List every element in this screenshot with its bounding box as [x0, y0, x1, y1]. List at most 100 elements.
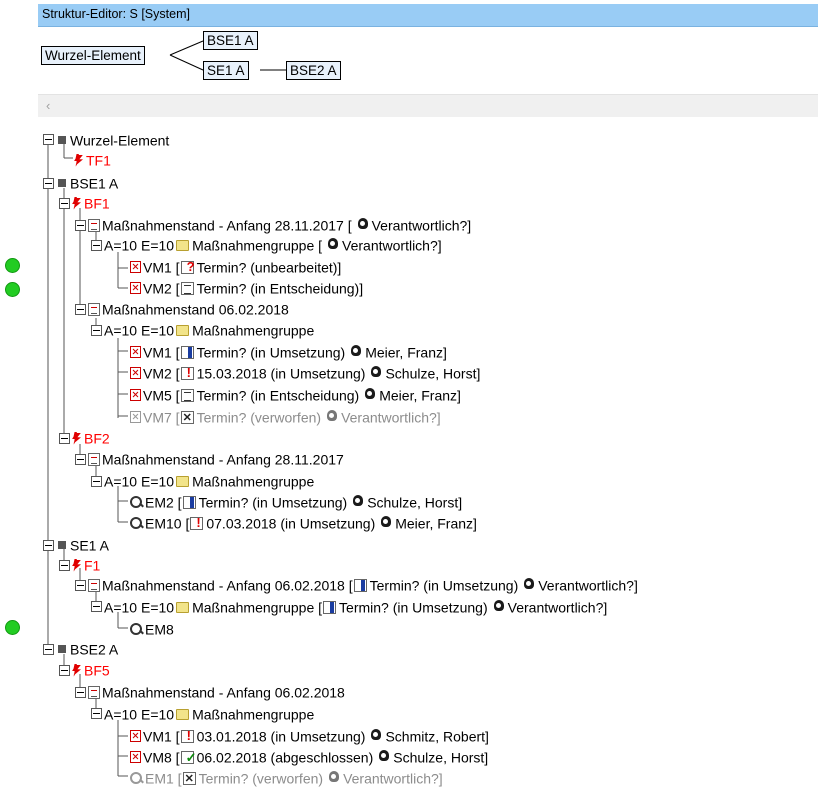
expand-toggle[interactable]: [91, 601, 102, 612]
status-implementation-icon: [353, 578, 367, 592]
person-icon: [522, 578, 535, 592]
tree-node-measure[interactable]: VM2 [Termin? (in Entscheidung)]: [130, 277, 363, 297]
person-icon: [377, 750, 390, 764]
group-icon: [176, 601, 190, 613]
measure-icon: [130, 730, 141, 743]
tree-node-measure-group[interactable]: A=10 E=10 Maßnahmengruppe: [104, 703, 314, 723]
tree-node-measure[interactable]: VM8 [06.02.2018 (abgeschlossen)Schulze, …: [130, 746, 488, 766]
person-icon: [379, 516, 392, 530]
measure-icon: [130, 282, 141, 295]
person-icon: [492, 600, 505, 614]
status-dot-vm2: [5, 282, 20, 297]
person-icon: [369, 729, 382, 743]
tree-node-measure[interactable]: VM7 [Termin? (verworfen)Verantwortlich?]: [130, 406, 441, 426]
status-dot-vm1: [5, 258, 20, 273]
expand-toggle[interactable]: [43, 134, 54, 145]
tree-node-measure[interactable]: VM1 [Termin? (unbearbeitet)]: [130, 256, 341, 276]
status-overdue-icon: [190, 515, 204, 530]
measure-em-icon: [130, 517, 143, 530]
status-implementation-icon: [180, 345, 194, 359]
tree-node-function[interactable]: BF5: [72, 659, 110, 679]
element-icon: [58, 541, 66, 550]
tree-node-function[interactable]: BF2: [72, 427, 110, 447]
function-icon: [72, 664, 81, 677]
measure-em-icon: [130, 623, 143, 636]
tree-node-measure[interactable]: EM8: [130, 618, 174, 638]
tree-node-root[interactable]: Wurzel-Element: [56, 129, 169, 149]
tree-node-measure-group[interactable]: A=10 E=10 Maßnahmengruppe [Termin? (in Um…: [104, 596, 607, 616]
expand-toggle[interactable]: [91, 325, 102, 336]
tree-node-measure-status[interactable]: Maßnahmenstand - Anfang 28.11.2017: [88, 448, 344, 468]
measure-icon: [130, 411, 141, 424]
status-rejected-icon: [182, 771, 196, 787]
expand-toggle[interactable]: [75, 220, 86, 231]
status-implementation-icon: [182, 495, 196, 509]
person-icon: [326, 238, 339, 252]
expand-toggle[interactable]: [43, 644, 54, 655]
person-icon: [351, 495, 364, 509]
measure-icon: [130, 346, 141, 359]
tree-node-measure-status[interactable]: Maßnahmenstand - Anfang 06.02.2018 [Term…: [88, 574, 638, 594]
expand-toggle[interactable]: [43, 540, 54, 551]
tree-node-measure-group[interactable]: A=10 E=10 Maßnahmengruppe [Verantwortlich…: [104, 234, 442, 254]
expand-toggle[interactable]: [91, 240, 102, 251]
expand-toggle[interactable]: [43, 178, 54, 189]
measure-icon: [130, 367, 141, 380]
status-overdue-icon: [180, 365, 194, 380]
tree-node-measure-group[interactable]: A=10 E=10 Maßnahmengruppe: [104, 470, 314, 490]
tree-node-measure-group[interactable]: A=10 E=10 Maßnahmengruppe: [104, 319, 314, 339]
element-icon: [58, 136, 66, 145]
measure-em-icon: [130, 772, 143, 785]
status-rejected-icon: [180, 410, 194, 426]
measure-icon: [130, 751, 141, 764]
expand-toggle[interactable]: [59, 560, 70, 571]
person-icon: [356, 218, 369, 232]
tree-node-measure[interactable]: EM2 [Termin? (in Umsetzung) Schulze, Hors…: [130, 491, 462, 511]
status-dot-em8: [5, 620, 20, 635]
measure-status-icon: [88, 578, 100, 592]
tree-node-function[interactable]: BF1: [72, 192, 110, 212]
function-icon: [72, 197, 81, 210]
person-icon: [369, 366, 382, 380]
expand-toggle[interactable]: [59, 665, 70, 676]
tree-node-element[interactable]: BSE2 A: [56, 638, 118, 658]
tree-node-measure[interactable]: VM5 [Termin? (in Entscheidung) Meier, Fra…: [130, 384, 461, 404]
tree-node-measure-status[interactable]: Maßnahmenstand - Anfang 06.02.2018: [88, 681, 345, 701]
function-icon: [72, 559, 81, 572]
expand-toggle[interactable]: [75, 454, 86, 465]
expand-toggle[interactable]: [59, 433, 70, 444]
group-icon: [176, 239, 190, 251]
measure-status-icon: [88, 452, 100, 466]
expand-toggle[interactable]: [59, 198, 70, 209]
tree-node-measure-status[interactable]: Maßnahmenstand - Anfang 28.11.2017 [Vera…: [88, 214, 471, 234]
measure-status-icon: [88, 302, 100, 316]
tree-node-measure[interactable]: VM1 [Termin? (in Umsetzung) Meier, Franz]: [130, 341, 447, 361]
person-icon: [363, 388, 376, 402]
measure-em-icon: [130, 496, 143, 509]
tree-node-function[interactable]: F1: [72, 554, 100, 574]
tree-node-measure[interactable]: VM1 [03.01.2018 (in Umsetzung)Schmitz, R…: [130, 725, 489, 745]
tree-node-measure[interactable]: EM10 [07.03.2018 (in Umsetzung)Meier, Fr…: [130, 512, 477, 532]
tree-node-measure[interactable]: VM2 [15.03.2018 (in Umsetzung)Schulze, H…: [130, 362, 480, 382]
function-icon: [74, 154, 83, 167]
person-icon: [349, 345, 362, 359]
measure-icon: [130, 389, 141, 402]
tree-node-element[interactable]: SE1 A: [56, 534, 109, 554]
function-icon: [72, 432, 81, 445]
expand-toggle[interactable]: [91, 708, 102, 719]
person-icon: [325, 410, 338, 424]
status-decision-icon: [180, 388, 194, 402]
expand-toggle[interactable]: [91, 476, 102, 487]
person-icon: [327, 771, 340, 785]
element-icon: [58, 179, 66, 188]
tree-node-measure-status[interactable]: Maßnahmenstand 06.02.2018: [88, 298, 289, 318]
expand-toggle[interactable]: [75, 304, 86, 315]
tree-node-measure[interactable]: EM1 [Termin? (verworfen)Verantwortlich?]: [130, 767, 443, 787]
status-implementation-icon: [323, 600, 337, 614]
tree-node-function[interactable]: TF1: [74, 149, 111, 169]
expand-toggle[interactable]: [75, 687, 86, 698]
tree-node-element[interactable]: BSE1 A: [56, 172, 118, 192]
expand-toggle[interactable]: [75, 580, 86, 591]
status-completed-icon: [180, 750, 196, 765]
element-icon: [58, 645, 66, 654]
